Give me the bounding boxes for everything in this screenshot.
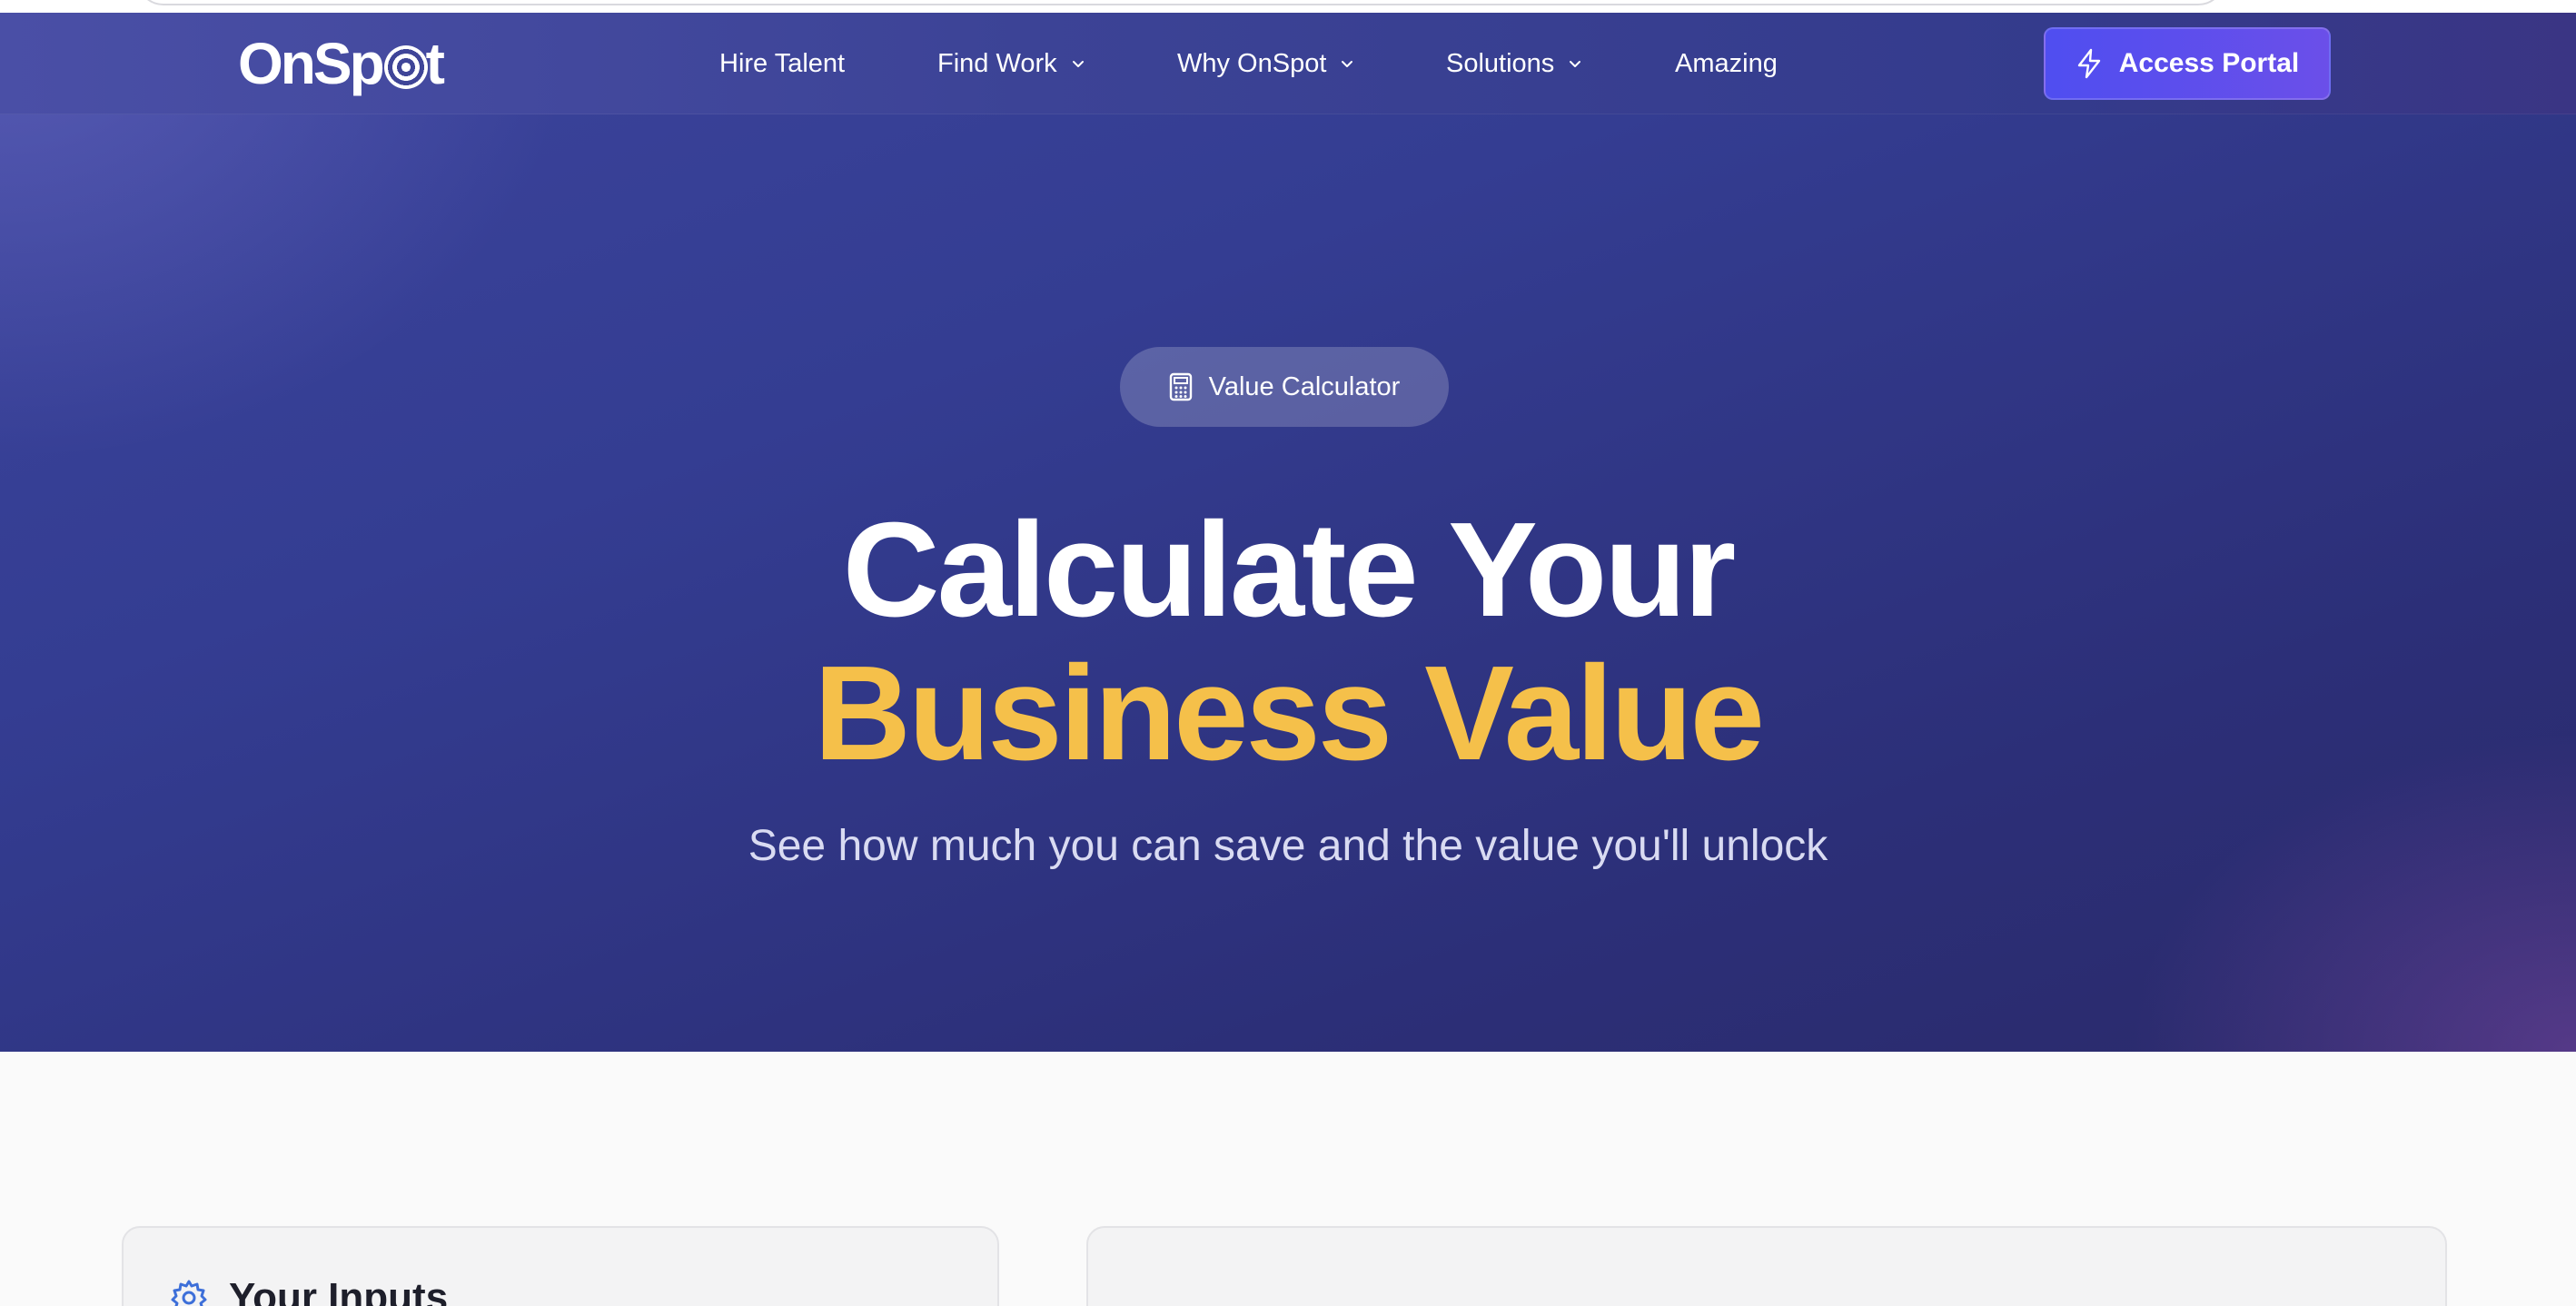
inputs-card-title: Your Inputs	[229, 1275, 449, 1306]
nav-solutions[interactable]: Solutions	[1446, 44, 1583, 84]
top-navbar: OnSp t Hire Talent Find Work Why OnSpot S…	[0, 13, 2576, 114]
hero-title-line-1: Calculate Your	[842, 495, 1737, 645]
access-portal-button[interactable]: Access Portal	[2044, 27, 2331, 100]
browser-top-edge	[0, 0, 2576, 13]
hero-title-line-2: Business Value	[814, 638, 1765, 788]
value-calculator-badge: Value Calculator	[1120, 347, 1449, 427]
nav-amazing[interactable]: Amazing	[1675, 44, 1778, 84]
chevron-down-icon	[1072, 61, 1084, 67]
target-icon	[383, 45, 428, 89]
nav-item-label: Hire Talent	[719, 48, 846, 78]
nav-hire-talent[interactable]: Hire Talent	[719, 44, 845, 84]
logo-text-on: OnSp	[238, 31, 385, 96]
lightning-icon	[2077, 48, 2100, 79]
badge-label: Value Calculator	[1208, 371, 1401, 401]
nav-item-label: Solutions	[1446, 48, 1555, 78]
nav-item-label: Why OnSpot	[1177, 48, 1327, 78]
hero-section: OnSp t Hire Talent Find Work Why OnSpot S…	[0, 13, 2576, 1052]
results-card	[1086, 1226, 2447, 1306]
onspot-logo[interactable]: OnSp t	[238, 31, 445, 96]
nav-item-label: Amazing	[1675, 48, 1778, 78]
nav-find-work[interactable]: Find Work	[937, 44, 1086, 84]
inputs-card-header: Your Inputs	[169, 1275, 448, 1306]
chevron-down-icon	[1342, 61, 1353, 67]
logo-text-t: t	[425, 31, 445, 96]
nav-why-onspot[interactable]: Why OnSpot	[1177, 44, 1355, 84]
nav-item-label: Find Work	[937, 48, 1057, 78]
access-portal-label: Access Portal	[2118, 48, 2300, 78]
chevron-down-icon	[1570, 61, 1581, 67]
calculator-icon	[1169, 372, 1192, 401]
gear-icon	[171, 1280, 207, 1306]
address-bar-edge	[136, 0, 2225, 5]
inputs-card: Your Inputs	[122, 1226, 999, 1306]
hero-subtitle: See how much you can save and the value …	[748, 822, 1828, 870]
